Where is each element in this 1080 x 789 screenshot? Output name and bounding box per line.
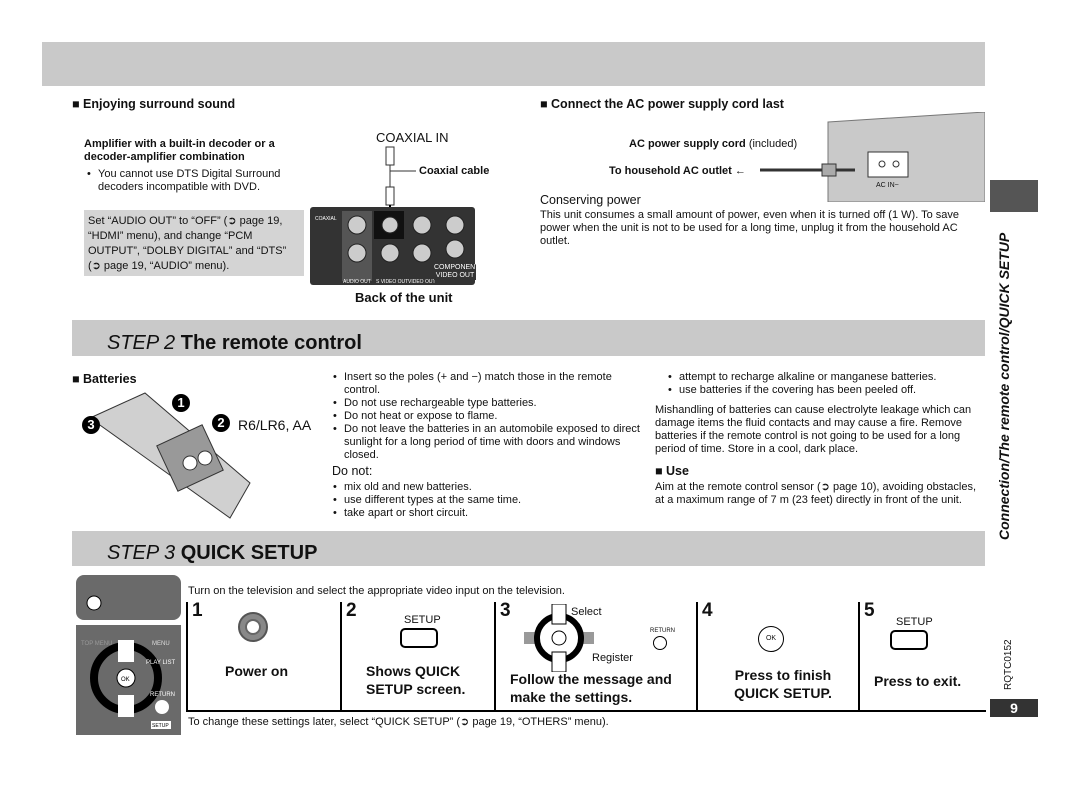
panel-label-video: VIDEO OUT — [408, 279, 436, 285]
remote-battery-illustration — [89, 392, 251, 519]
ac-heading-text: Connect the AC power supply cord last — [551, 97, 784, 111]
section-label: Connection/The remote control/QUICK SETU… — [996, 232, 1012, 540]
do-not-item: attempt to recharge alkaline or manganes… — [668, 371, 999, 384]
step2-title: STEP 2 The remote control — [107, 332, 362, 355]
mishandling-text: Mishandling of batteries can cause elect… — [655, 404, 972, 455]
step2-label: STEP 2 — [107, 332, 176, 354]
do-not-list: mix old and new batteries. use different… — [332, 481, 649, 520]
remote-ok: OK — [121, 677, 130, 683]
step-number: 4 — [702, 600, 713, 621]
battery-bullets: Insert so the poles (+ and −) match thos… — [332, 371, 649, 462]
amp-notes: You cannot use DTS Digital Surround deco… — [86, 168, 318, 194]
use-heading-text: Use — [666, 464, 689, 478]
step3-title-text: QUICK SETUP — [180, 542, 318, 564]
step3-header: STEP 3 QUICK SETUP — [72, 531, 985, 566]
do-not-title: Do not: — [332, 464, 373, 478]
top-banner — [42, 42, 985, 86]
do-not-item: use batteries if the covering has been p… — [668, 384, 999, 397]
ac-cord-illustration — [760, 112, 985, 202]
step2-title-text: The remote control — [180, 332, 362, 354]
bullet: Insert so the poles (+ and −) match thos… — [333, 371, 649, 397]
step-caption: Press to finish QUICK SETUP. — [734, 667, 832, 701]
step-box-5: 5 SETUP Press to exit. — [858, 600, 986, 712]
setup-button-icon — [890, 630, 928, 650]
do-not-item: use different types at the same time. — [333, 494, 649, 507]
batteries-heading: ■ Batteries — [72, 372, 137, 386]
step3-label: STEP 3 — [107, 542, 176, 564]
page-number: 9 — [990, 699, 1038, 717]
step-number: 1 — [192, 600, 203, 621]
outlet-label-text: To household AC outlet — [609, 165, 732, 177]
ok-button-icon: OK — [758, 626, 784, 652]
ac-in-label: AC IN~ — [876, 182, 899, 189]
setting-note: Set “AUDIO OUT” to “OFF” (➲ page 19, “HD… — [84, 210, 304, 276]
amp-title: Amplifier with a built-in decoder or a d… — [84, 138, 275, 163]
amp-note: You cannot use DTS Digital Surround deco… — [87, 168, 318, 194]
marker-1: 1 — [172, 394, 190, 412]
bullet: Do not heat or expose to flame. — [333, 410, 649, 423]
do-not-list-cont: attempt to recharge alkaline or manganes… — [667, 371, 999, 397]
remote-top-menu: TOP MENU — [81, 641, 112, 647]
conserving-text: This unit consumes a small amount of pow… — [540, 209, 960, 247]
ac-heading: ■ Connect the AC power supply cord last — [540, 97, 784, 111]
back-of-unit-label: Back of the unit — [355, 290, 453, 305]
panel-label-coaxial: COAXIAL — [315, 216, 337, 222]
remote-return: RETURN — [150, 692, 175, 698]
marker-2: 2 — [212, 414, 230, 432]
conserving-title: Conserving power — [540, 193, 641, 207]
setup-button-label: SETUP — [404, 614, 441, 626]
outlet-label: To household AC outlet ← — [609, 165, 746, 177]
remote-playlist: PLAY LIST — [146, 660, 175, 666]
panel-label-svideo: S VIDEO OUT — [376, 279, 408, 285]
step2-header: STEP 2 The remote control — [72, 320, 985, 356]
quick-setup-intro: Turn on the television and select the ap… — [188, 585, 565, 597]
panel-label-component: COMPONENT VIDEO OUT — [434, 264, 480, 280]
remote-setup: SETUP — [152, 723, 169, 729]
document-code: RQTC0152 — [1003, 639, 1014, 690]
step-box-3: 3 Select Register RETURN Follow the mess… — [494, 600, 696, 712]
panel-label-audio-out: AUDIO OUT — [343, 279, 371, 285]
remote-illustration: OK MENU PLAY LIST RETURN SETUP TOP MENU — [76, 575, 181, 735]
power-button-icon — [238, 612, 268, 642]
use-text: Aim at the remote control sensor (➲ page… — [655, 481, 977, 506]
batteries-heading-text: Batteries — [83, 372, 137, 386]
section-tab — [990, 180, 1038, 212]
step-caption: Follow the message and make the settings… — [510, 671, 672, 705]
do-not-item: take apart or short circuit. — [333, 507, 649, 520]
step-box-4: 4 OK Press to finish QUICK SETUP. — [696, 600, 858, 712]
step-number: 5 — [864, 600, 875, 621]
setup-button-icon — [400, 628, 438, 648]
setup-button-label: SETUP — [896, 616, 933, 628]
cord-label: AC power supply cord (included) — [629, 138, 797, 151]
surround-heading: ■ Enjoying surround sound — [72, 97, 236, 111]
do-not-item: mix old and new batteries. — [333, 481, 649, 494]
return-label: RETURN — [650, 628, 675, 634]
cord-label-note: (included) — [748, 138, 798, 150]
use-heading: ■ Use — [655, 464, 689, 478]
battery-type: R6/LR6, AA — [238, 417, 312, 433]
bullet: Do not leave the batteries in an automob… — [333, 423, 649, 462]
step-number: 3 — [500, 600, 511, 621]
cord-label-bold: AC power supply cord — [629, 138, 746, 150]
bullet: Do not use rechargeable type batteries. — [333, 397, 649, 410]
register-label: Register — [592, 652, 633, 664]
step-caption: Press to exit. — [874, 673, 962, 689]
step3-title: STEP 3 QUICK SETUP — [107, 542, 317, 565]
quick-setup-footer: To change these settings later, select “… — [188, 716, 609, 728]
step-box-1: 1 Power on — [186, 600, 340, 712]
step-caption: Power on — [225, 663, 289, 679]
coaxial-in-label: COAXIAL IN — [376, 130, 449, 145]
return-button-icon — [653, 636, 667, 650]
manual-page: ■ Enjoying surround sound Amplifier with… — [0, 0, 1080, 789]
select-label: Select — [571, 606, 602, 618]
surround-heading-text: Enjoying surround sound — [83, 97, 236, 111]
remote-menu: MENU — [152, 641, 170, 647]
step-caption: Shows QUICK SETUP screen. — [366, 663, 466, 697]
marker-3: 3 — [82, 416, 100, 434]
step-box-2: 2 SETUP Shows QUICK SETUP screen. — [340, 600, 494, 712]
step-number: 2 — [346, 600, 357, 621]
